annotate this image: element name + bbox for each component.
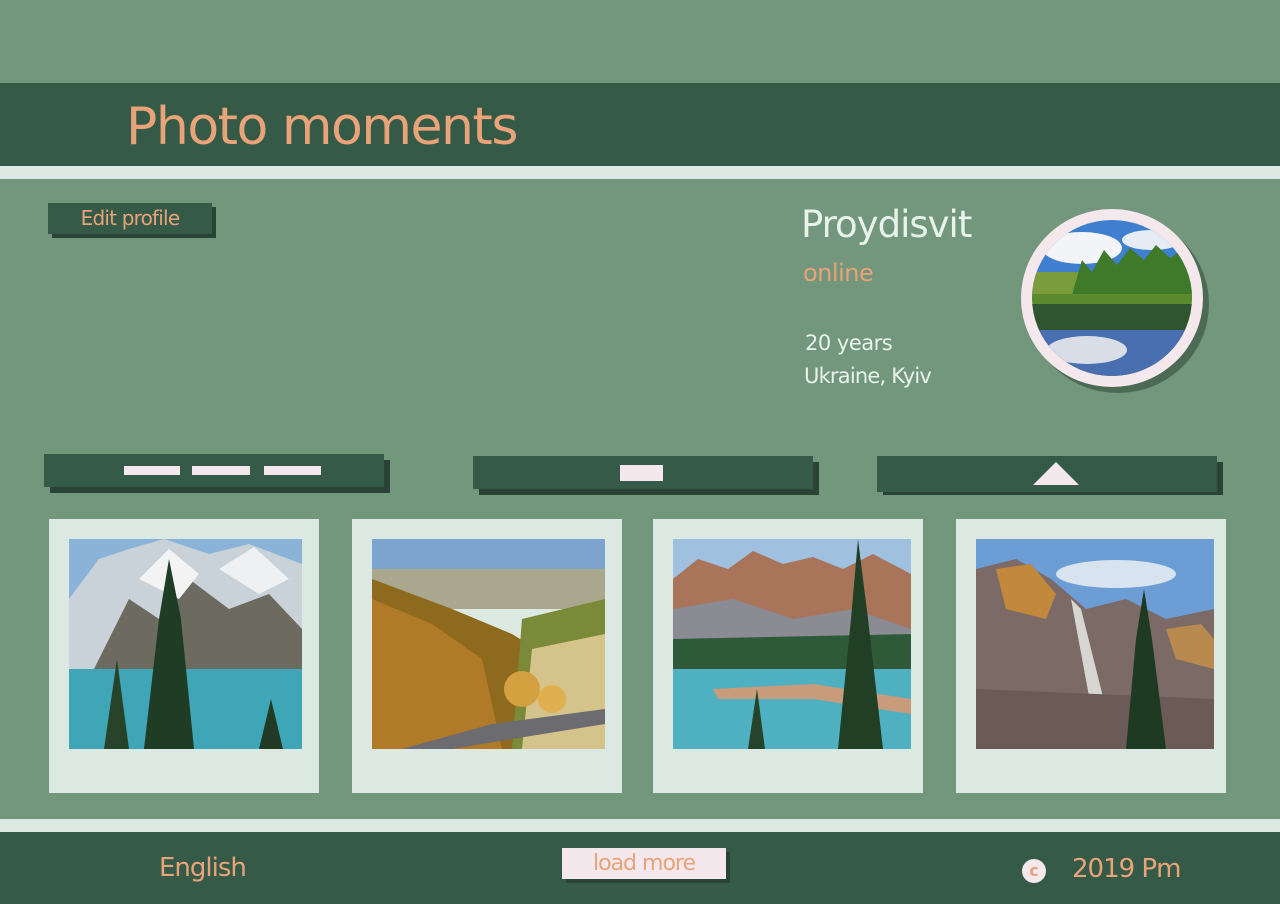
language-selector[interactable]: English (159, 853, 247, 883)
photo-image (976, 539, 1214, 749)
avatar[interactable] (1021, 209, 1203, 387)
profile-location: Ukraine, Kyiv (804, 364, 932, 388)
copyright-icon: c (1022, 859, 1046, 883)
copyright-text: 2019 Pm (1072, 854, 1181, 884)
photo-image (372, 539, 605, 749)
photo-image (69, 539, 302, 749)
photo-card[interactable] (352, 519, 622, 793)
list-view-button[interactable] (44, 454, 384, 487)
edit-profile-button[interactable]: Edit profile (48, 203, 212, 234)
profile-status: online (803, 259, 874, 287)
scroll-up-button[interactable] (877, 456, 1217, 492)
load-more-button[interactable]: load more (562, 848, 726, 879)
photo-image (673, 539, 911, 749)
single-view-button[interactable] (473, 456, 813, 489)
avatar-image (1032, 220, 1192, 376)
header-divider (0, 166, 1280, 179)
scroll-up-icon (1033, 462, 1079, 485)
footer-divider (0, 819, 1280, 832)
profile-age: 20 years (805, 331, 893, 355)
photo-card[interactable] (653, 519, 923, 793)
site-title: Photo moments (126, 97, 518, 157)
profile-username: Proydisvit (801, 203, 972, 246)
photo-card[interactable] (49, 519, 319, 793)
photo-card[interactable] (956, 519, 1226, 793)
